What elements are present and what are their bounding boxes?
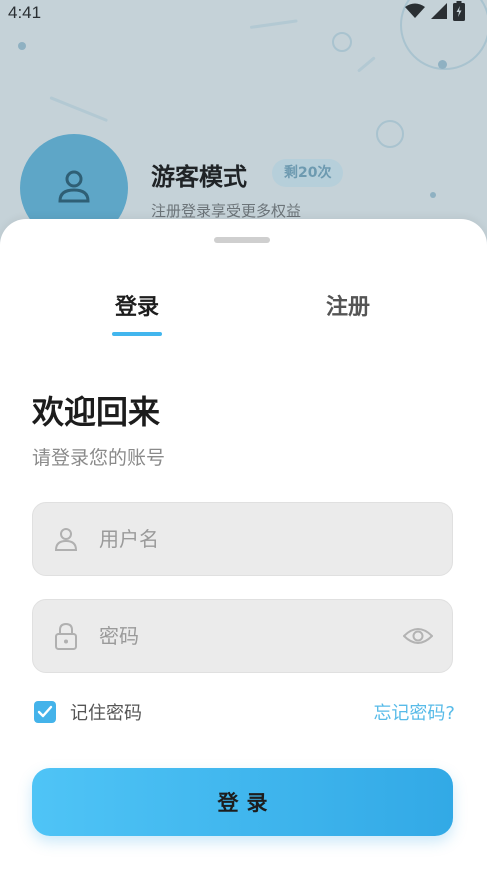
battery-icon (453, 1, 465, 25)
user-icon (53, 526, 79, 552)
remember-password-label: 记住密码 (70, 703, 142, 724)
login-button[interactable]: 登录 (32, 768, 453, 836)
signal-icon (431, 3, 447, 23)
decor-circle (332, 32, 352, 52)
welcome-heading: 欢迎回来 (32, 393, 161, 431)
checkmark-icon (37, 705, 53, 718)
avatar-person-icon (54, 166, 94, 210)
remember-password-toggle[interactable]: 记住密码 (34, 699, 142, 725)
password-input[interactable] (99, 624, 402, 648)
wifi-icon (405, 3, 425, 23)
decor-line (49, 96, 109, 123)
remaining-uses-badge: 剩20次 (272, 159, 344, 187)
guest-mode-title: 游客模式 (151, 163, 247, 191)
decor-line (357, 56, 376, 73)
tab-login[interactable]: 登录 (97, 289, 177, 321)
login-button-label: 登录 (217, 791, 276, 815)
login-sheet: 登录 注册 欢迎回来 请登录您的账号 记住密码 忘记密码? 登录 (0, 219, 487, 886)
guest-subtitle: 注册登录享受更多权益 (151, 202, 302, 220)
status-bar: 4:41 (0, 0, 487, 26)
decor-dot (18, 42, 26, 50)
forgot-password-link[interactable]: 忘记密码? (373, 699, 455, 725)
lock-icon (53, 622, 79, 650)
login-subtitle: 请登录您的账号 (32, 447, 166, 469)
username-field[interactable] (32, 502, 453, 576)
eye-icon[interactable] (402, 623, 434, 649)
status-icons (405, 1, 465, 25)
decor-dot (430, 192, 436, 198)
remember-row: 记住密码 忘记密码? (34, 697, 455, 727)
drag-handle[interactable] (214, 237, 270, 243)
remember-checkbox[interactable] (34, 701, 56, 723)
password-field[interactable] (32, 599, 453, 673)
tab-register[interactable]: 注册 (308, 289, 388, 321)
active-tab-indicator (112, 332, 162, 336)
decor-dot (438, 60, 447, 69)
status-time: 4:41 (8, 3, 42, 22)
username-input[interactable] (99, 527, 434, 551)
decor-circle (376, 120, 404, 148)
